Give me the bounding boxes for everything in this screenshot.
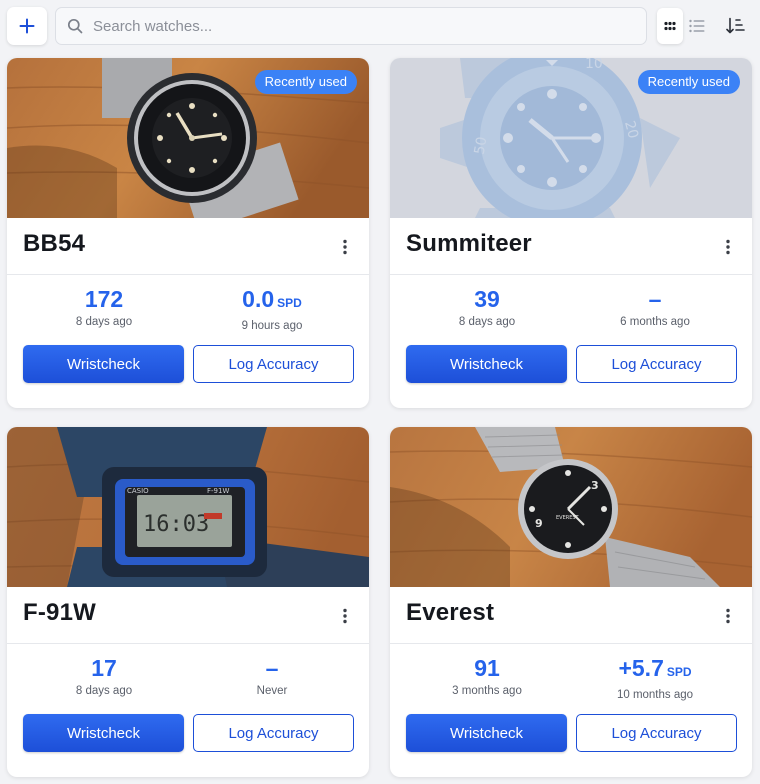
accuracy-unit: SPD: [277, 296, 302, 310]
watch-name: Summiteer: [406, 230, 532, 257]
view-toggle: [657, 7, 715, 45]
svg-text:50: 50: [472, 135, 491, 155]
kebab-menu-icon: [726, 608, 730, 624]
watch-card[interactable]: 16:03 CASIO F-91W F-91W 17 8 days ago – …: [7, 427, 369, 777]
recently-used-badge: Recently used: [254, 70, 357, 94]
more-options-button[interactable]: [716, 235, 740, 259]
wristcheck-button[interactable]: Wristcheck: [23, 714, 184, 752]
watch-photo: 3 9 EVEREST: [390, 427, 752, 587]
svg-text:9: 9: [535, 517, 543, 530]
wristcheck-last: 8 days ago: [75, 316, 133, 328]
accuracy-value: 0.0 SPD: [242, 286, 302, 312]
grid-icon: [664, 21, 676, 31]
sort-button[interactable]: [722, 12, 750, 40]
wristcheck-last: 8 days ago: [458, 316, 516, 328]
wristcheck-stat: 91 3 months ago: [402, 653, 572, 697]
kebab-menu-icon: [726, 239, 730, 255]
recently-used-badge: Recently used: [637, 70, 740, 94]
watch-name: Everest: [406, 599, 495, 626]
accuracy-value: –: [648, 286, 662, 312]
watch-name: F-91W: [23, 599, 96, 626]
log-accuracy-button[interactable]: Log Accuracy: [576, 714, 737, 752]
card-divider: [390, 274, 752, 275]
watch-card[interactable]: 3 9 EVEREST Everest 91 3 months ago +5.7…: [390, 427, 752, 777]
accuracy-last: 10 months ago: [616, 689, 694, 701]
svg-text:10: 10: [585, 58, 603, 72]
accuracy-value: –: [265, 655, 279, 681]
wristcheck-count: 172: [84, 286, 124, 312]
accuracy-last: 6 months ago: [620, 316, 690, 328]
plus-icon: [19, 18, 35, 34]
log-accuracy-button[interactable]: Log Accuracy: [193, 714, 354, 752]
more-options-button[interactable]: [333, 235, 357, 259]
svg-text:EVEREST: EVEREST: [556, 515, 580, 521]
wristcheck-stat: 172 8 days ago: [19, 284, 189, 328]
svg-text:16:03: 16:03: [143, 512, 209, 537]
kebab-menu-icon: [343, 608, 347, 624]
search-input[interactable]: [93, 17, 613, 35]
watch-name: BB54: [23, 230, 86, 257]
wristcheck-last: 3 months ago: [452, 685, 522, 697]
log-accuracy-button[interactable]: Log Accuracy: [193, 345, 354, 383]
accuracy-unit: SPD: [666, 665, 692, 679]
search-icon: [67, 18, 83, 34]
wristcheck-last: 8 days ago: [75, 685, 133, 697]
accuracy-stat: – 6 months ago: [570, 284, 740, 328]
accuracy-last: 9 hours ago: [241, 320, 303, 332]
kebab-menu-icon: [343, 239, 347, 255]
wristcheck-button[interactable]: Wristcheck: [406, 714, 567, 752]
more-options-button[interactable]: [716, 604, 740, 628]
list-icon: [689, 19, 705, 33]
card-divider: [7, 643, 369, 644]
watch-card[interactable]: Recently used BB54 172 8 days ago 0.0 SPD…: [7, 58, 369, 408]
grid-view-button[interactable]: [657, 8, 683, 44]
more-options-button[interactable]: [333, 604, 357, 628]
svg-text:3: 3: [591, 479, 599, 492]
sort-descending-icon: [726, 17, 745, 34]
search-bar[interactable]: [55, 7, 647, 45]
toolbar: [0, 0, 760, 52]
watch-photo: 16:03 CASIO F-91W: [7, 427, 369, 587]
add-watch-button[interactable]: [7, 7, 47, 45]
accuracy-last: Never: [256, 685, 288, 697]
wristcheck-stat: 39 8 days ago: [402, 284, 572, 328]
wristcheck-stat: 17 8 days ago: [19, 653, 189, 697]
accuracy-stat: – Never: [187, 653, 357, 697]
accuracy-value: +5.7 SPD: [618, 655, 692, 681]
wristcheck-count: 91: [474, 655, 500, 681]
log-accuracy-button[interactable]: Log Accuracy: [576, 345, 737, 383]
wristcheck-count: 39: [474, 286, 500, 312]
wristcheck-button[interactable]: Wristcheck: [406, 345, 567, 383]
svg-text:CASIO: CASIO: [127, 487, 149, 495]
list-view-button[interactable]: [683, 8, 711, 44]
wristcheck-button[interactable]: Wristcheck: [23, 345, 184, 383]
svg-text:F-91W: F-91W: [207, 487, 229, 495]
card-divider: [390, 643, 752, 644]
accuracy-stat: +5.7 SPD 10 months ago: [570, 653, 740, 701]
card-divider: [7, 274, 369, 275]
accuracy-stat: 0.0 SPD 9 hours ago: [187, 284, 357, 332]
wristcheck-count: 17: [91, 655, 117, 681]
watch-card[interactable]: 10 20 50 Recently used Summiteer 39 8 da…: [390, 58, 752, 408]
